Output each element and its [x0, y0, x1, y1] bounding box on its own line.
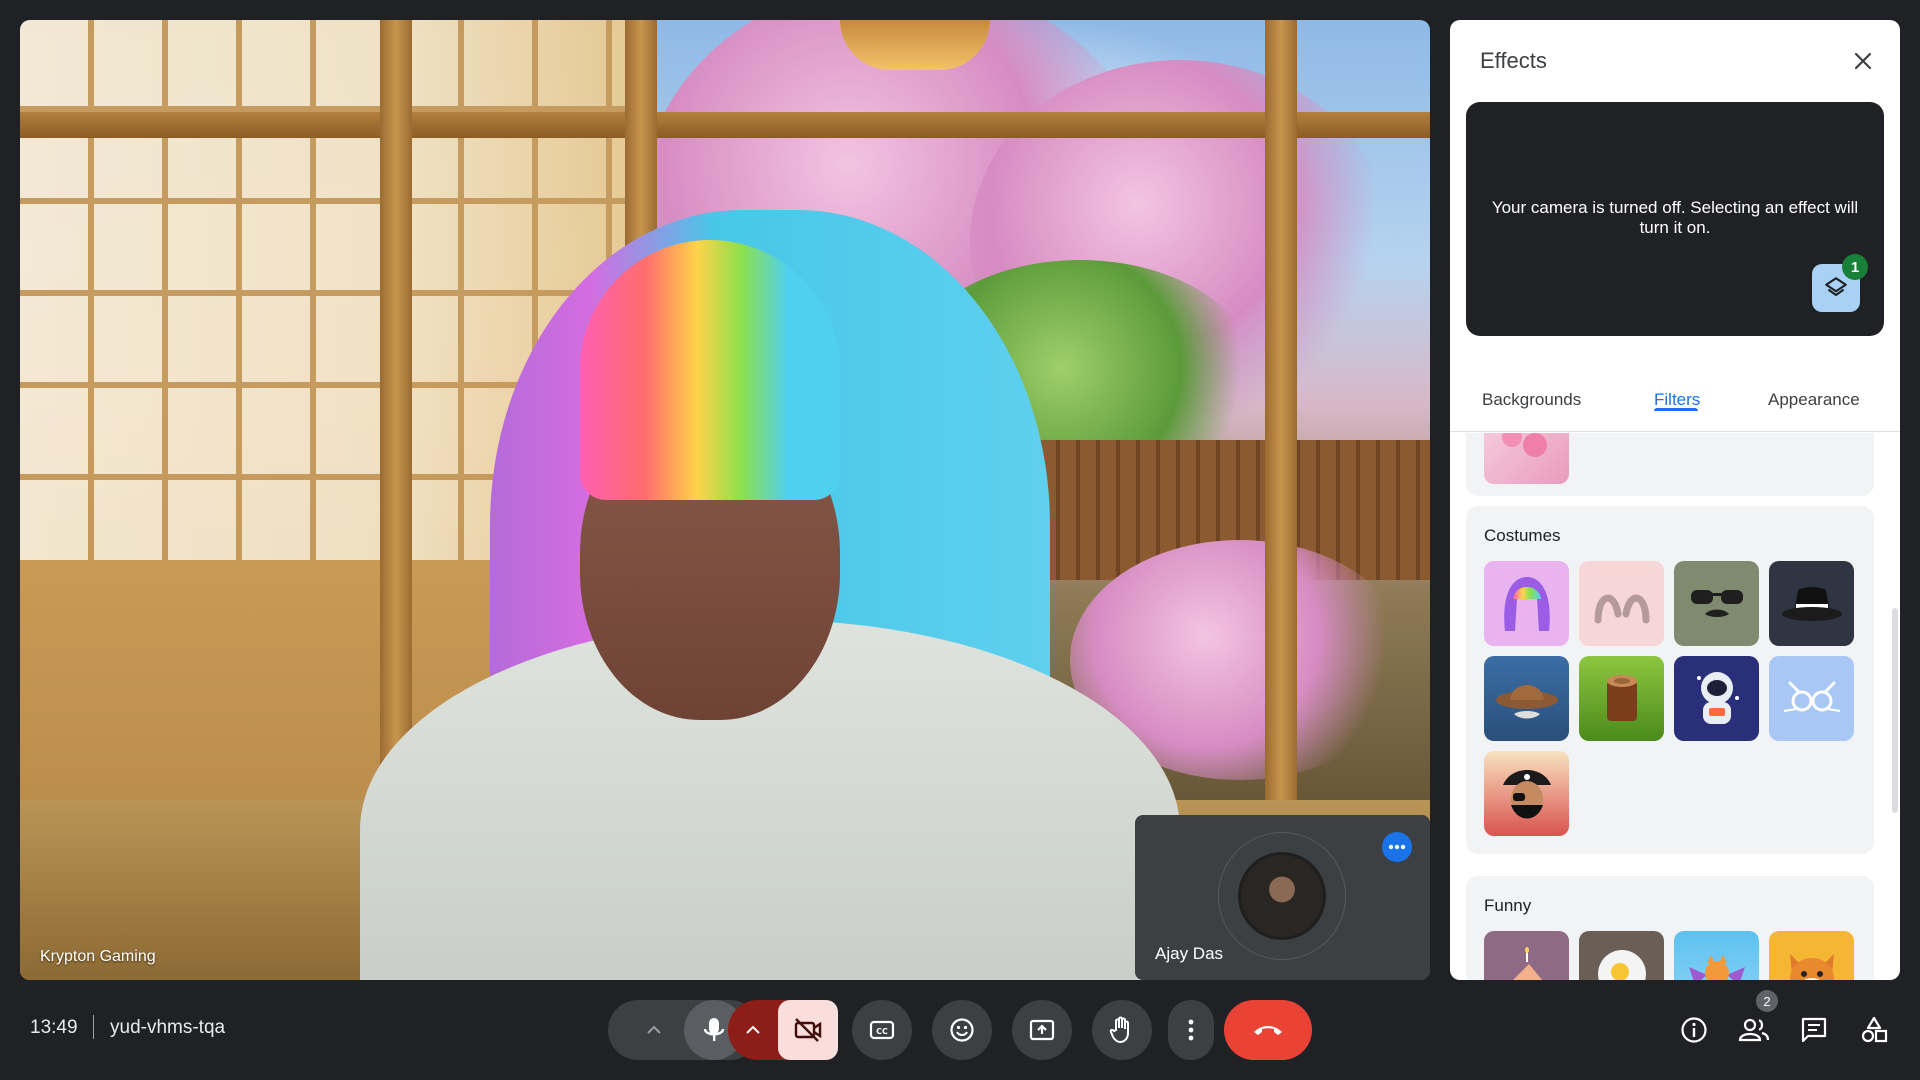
people-icon [1738, 1018, 1770, 1042]
filter-thumb-flying-cat[interactable] [1674, 931, 1759, 980]
filters-list[interactable]: Costumes Funny [1450, 433, 1900, 980]
filter-thumb-cherry-blossom[interactable] [1484, 433, 1569, 484]
svg-text:CC: CC [876, 1027, 888, 1036]
activities-button[interactable] [1856, 1012, 1892, 1048]
clock: 13:49 [30, 1017, 78, 1038]
effects-panel: Effects Your camera is turned off. Selec… [1450, 20, 1900, 980]
filter-thumb-pirate[interactable] [1484, 751, 1569, 836]
applied-effects-button[interactable]: 1 [1812, 254, 1868, 312]
closed-caption-icon: CC [869, 1020, 895, 1040]
panel-title: Effects [1480, 48, 1547, 73]
filter-thumb-astronaut[interactable] [1674, 656, 1759, 741]
filter-thumb-tree-stump[interactable] [1579, 656, 1664, 741]
close-icon [1854, 52, 1872, 70]
camera-off-button[interactable] [778, 1000, 838, 1060]
videocam-off-icon [794, 1018, 822, 1042]
section-title-costumes: Costumes [1484, 526, 1561, 545]
self-avatar-ring [1218, 832, 1346, 960]
effects-tabs: Backgrounds Filters Appearance [1450, 370, 1900, 432]
self-view-tile[interactable]: Ajay Das [1135, 815, 1430, 980]
rainbow-wig-bangs [580, 240, 840, 500]
info-icon [1681, 1017, 1707, 1043]
chat-icon [1801, 1017, 1827, 1043]
captions-button[interactable]: CC [852, 1000, 912, 1060]
participant-name-label: Krypton Gaming [40, 948, 156, 965]
self-name-label: Ajay Das [1155, 944, 1224, 963]
funny-section: Funny [1466, 876, 1874, 980]
more-vert-icon [1188, 1019, 1194, 1041]
filter-section [1466, 433, 1874, 496]
more-options-button[interactable] [1168, 1000, 1214, 1060]
filter-thumb-cat-glasses[interactable] [1769, 656, 1854, 741]
divider [93, 1015, 94, 1039]
filter-thumb-birthday-cake[interactable] [1484, 931, 1569, 980]
panel-scrollbar[interactable] [1892, 608, 1898, 813]
filter-thumb-cat-face[interactable] [1769, 931, 1854, 980]
ceiling-beam [20, 112, 1430, 138]
video-options-button[interactable] [728, 1000, 778, 1060]
active-tab-indicator [1654, 408, 1698, 411]
camera-preview: Your camera is turned off. Selecting an … [1466, 102, 1884, 336]
reactions-button[interactable] [932, 1000, 992, 1060]
layers-icon [1825, 277, 1847, 297]
people-button[interactable] [1736, 1012, 1772, 1048]
tab-filters[interactable]: Filters [1654, 390, 1700, 410]
filter-thumb-cowboy-hat[interactable] [1484, 656, 1569, 741]
applied-effects-count-badge: 1 [1842, 254, 1868, 280]
filter-thumb-bunny-ears[interactable] [1579, 561, 1664, 646]
hand-icon [1109, 1016, 1129, 1044]
meeting-details-button[interactable] [1676, 1012, 1712, 1048]
mic-icon [703, 1018, 725, 1041]
main-video-tile: Krypton Gaming Ajay Das [20, 20, 1430, 980]
camera-off-message: Your camera is turned off. Selecting an … [1491, 198, 1859, 237]
avatar [1238, 852, 1326, 940]
tab-appearance[interactable]: Appearance [1768, 390, 1860, 410]
chevron-up-icon [647, 1025, 661, 1034]
video-control-group [728, 1000, 838, 1060]
filter-thumb-rainbow-wig[interactable] [1484, 561, 1569, 646]
participants-count-badge: 2 [1756, 990, 1778, 1012]
filter-thumb-fried-egg[interactable] [1579, 931, 1664, 980]
meeting-code: yud-vhms-tqa [110, 1017, 226, 1038]
audio-options-button[interactable] [624, 1000, 684, 1060]
present-to-all-icon [1029, 1019, 1055, 1041]
more-horiz-icon[interactable] [1382, 832, 1412, 862]
close-button[interactable] [1846, 44, 1880, 78]
shapes-icon [1861, 1016, 1888, 1043]
filter-thumb-sunglasses[interactable] [1674, 561, 1759, 646]
tab-backgrounds[interactable]: Backgrounds [1482, 390, 1581, 410]
chat-button[interactable] [1796, 1012, 1832, 1048]
costumes-section: Costumes [1466, 506, 1874, 854]
call-end-icon [1254, 1026, 1282, 1035]
chevron-up-icon [746, 1025, 760, 1034]
present-screen-button[interactable] [1012, 1000, 1072, 1060]
leave-call-button[interactable] [1224, 1000, 1312, 1060]
section-title-funny: Funny [1484, 896, 1532, 915]
raise-hand-button[interactable] [1092, 1000, 1152, 1060]
emoji-icon [950, 1018, 974, 1042]
filter-thumb-black-fedora[interactable] [1769, 561, 1854, 646]
